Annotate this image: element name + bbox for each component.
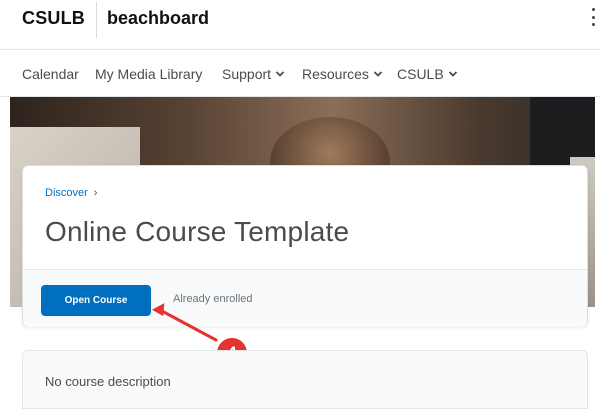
course-description-card: No course description [22,350,588,409]
breadcrumb: Discover › [45,187,97,199]
breadcrumb-discover-link[interactable]: Discover [45,187,88,199]
nav-item-label: Resources [302,66,369,82]
nav-item-my-media-library[interactable]: My Media Library [95,66,202,82]
beachboard-logo[interactable]: beachboard [107,8,209,29]
chevron-down-icon [373,71,383,77]
nav-item-label: Calendar [22,66,79,82]
csulb-logo[interactable]: CSULB [22,8,85,29]
nav-item-csulb[interactable]: CSULB [397,66,458,82]
more-options-icon[interactable] [592,8,596,26]
course-title: Online Course Template [45,216,350,247]
nav-item-label: My Media Library [95,66,203,82]
main-navigation: Calendar My Media Library Support Resour… [0,51,600,97]
nav-item-calendar[interactable]: Calendar [22,66,79,82]
nav-item-support[interactable]: Support [222,66,285,82]
chevron-down-icon [275,71,285,77]
nav-item-label: Support [222,66,272,82]
logo-divider [96,2,97,38]
chevron-down-icon [448,71,457,77]
breadcrumb-separator: › [93,187,98,199]
top-header: CSULB beachboard [0,0,600,50]
course-description: No course description [45,374,171,389]
open-course-button[interactable]: Open Course [41,285,151,316]
course-card-footer: Open Course Already enrolled [23,269,587,327]
annotation-arrow-icon [151,303,218,342]
course-card: Discover › Online Course Template Open C… [22,165,588,327]
nav-item-label: CSULB [397,66,444,82]
nav-item-resources[interactable]: Resources [302,66,383,82]
